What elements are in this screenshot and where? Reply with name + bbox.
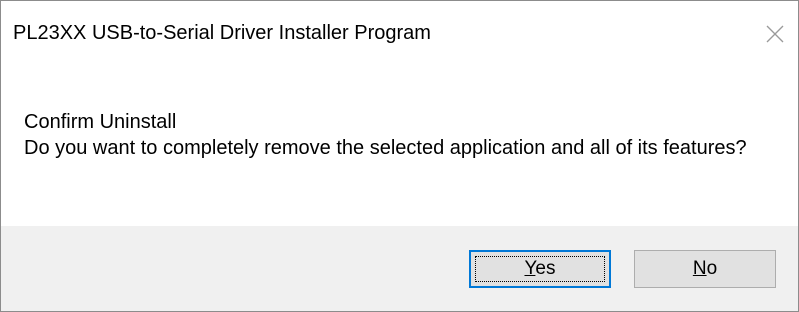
- no-button-label: No: [693, 258, 717, 280]
- no-mnemonic: N: [692, 258, 707, 279]
- yes-mnemonic: Y: [524, 258, 536, 279]
- yes-label-rest: es: [535, 258, 556, 279]
- close-icon: [766, 25, 784, 43]
- dialog-window: PL23XX USB-to-Serial Driver Installer Pr…: [0, 0, 799, 312]
- message-body: Do you want to completely remove the sel…: [24, 137, 747, 159]
- window-title: PL23XX USB-to-Serial Driver Installer Pr…: [13, 22, 431, 44]
- yes-button[interactable]: Yes: [469, 250, 611, 288]
- close-button[interactable]: [752, 1, 798, 67]
- no-label-rest: o: [706, 258, 718, 279]
- message-heading: Confirm Uninstall: [24, 111, 177, 133]
- dialog-content: Confirm Uninstall Do you want to complet…: [1, 67, 798, 226]
- button-bar: Yes No: [1, 226, 798, 311]
- no-button[interactable]: No: [634, 250, 776, 288]
- yes-button-label: Yes: [524, 258, 555, 280]
- title-bar[interactable]: PL23XX USB-to-Serial Driver Installer Pr…: [1, 1, 798, 67]
